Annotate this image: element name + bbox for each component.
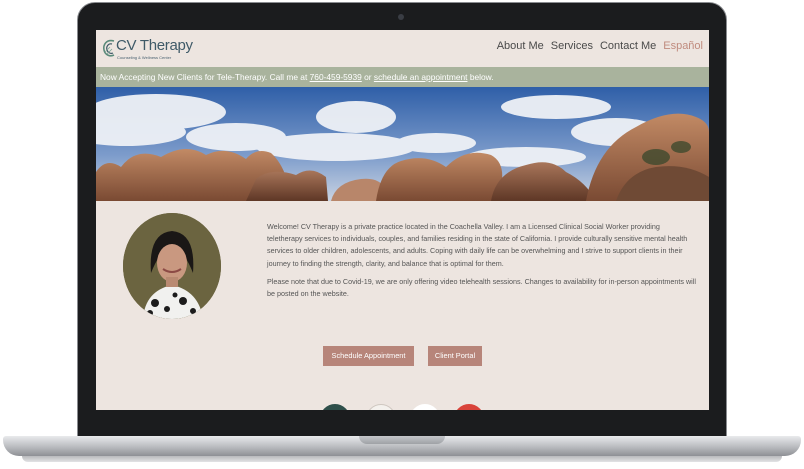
main-nav: About Me Services Contact Me Español (497, 40, 703, 53)
intro-paragraph-2: Please note that due to Covid-19, we are… (267, 276, 696, 299)
nav-espanol[interactable]: Español (663, 40, 703, 53)
therapist-portrait-image (123, 213, 221, 319)
banner-phone-link[interactable]: 760-459-5939 (310, 72, 362, 82)
banner-prefix: Now Accepting New Clients for Tele-Thera… (100, 72, 308, 82)
logo-name: CV Therapy (116, 37, 193, 54)
nav-about-me[interactable]: About Me (497, 40, 544, 53)
hero-landscape-image (96, 87, 709, 201)
nav-services[interactable]: Services (551, 40, 593, 53)
laptop-foot (22, 456, 782, 462)
client-portal-button[interactable]: Client Portal (428, 346, 482, 366)
intro-paragraph-1: Welcome! CV Therapy is a private practic… (267, 222, 688, 268)
laptop-notch (359, 436, 445, 444)
site-logo[interactable]: CV Therapy Counseling & Wellness Center (102, 37, 193, 61)
intro-text: Welcome! CV Therapy is a private practic… (267, 221, 697, 306)
banner-schedule-link[interactable]: schedule an appointment (374, 72, 468, 82)
announcement-banner: Now Accepting New Clients for Tele-Thera… (96, 67, 709, 87)
banner-middle: or (364, 72, 372, 82)
badge-icon[interactable] (366, 404, 396, 410)
logo-mark-icon (103, 39, 115, 57)
website-screen: CV Therapy Counseling & Wellness Center … (96, 30, 709, 410)
badge-icon[interactable] (454, 404, 484, 410)
badge-icon[interactable] (410, 404, 440, 410)
nav-contact-me[interactable]: Contact Me (600, 40, 656, 53)
main-content: Welcome! CV Therapy is a private practic… (96, 201, 709, 410)
schedule-appointment-button[interactable]: Schedule Appointment (323, 346, 414, 366)
site-header: CV Therapy Counseling & Wellness Center … (96, 30, 709, 67)
banner-suffix: below. (469, 72, 494, 82)
camera-icon (398, 14, 404, 20)
badge-icon[interactable] (320, 404, 350, 410)
logo-tagline: Counseling & Wellness Center (117, 55, 172, 60)
